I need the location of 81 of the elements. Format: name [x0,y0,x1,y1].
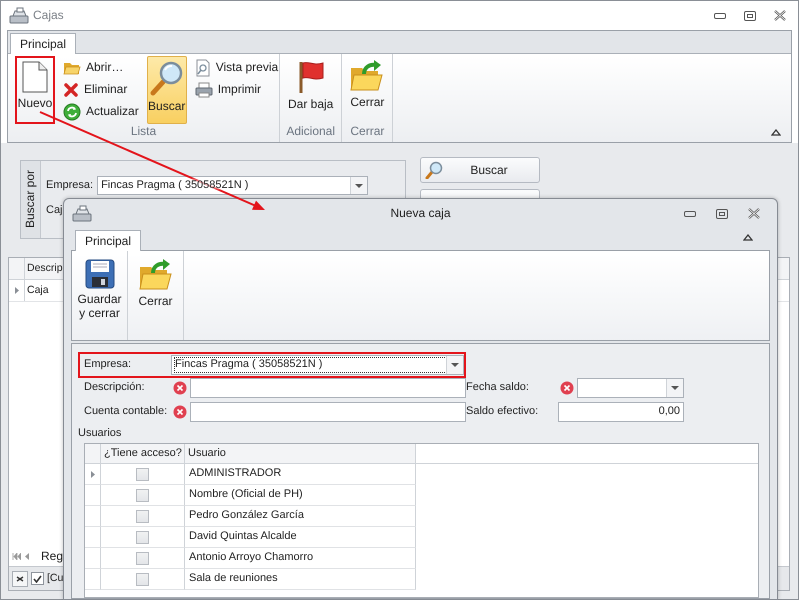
refresh-icon [63,102,81,120]
record-label: Reg [41,548,64,564]
window-title: Nueva caja [390,206,451,220]
field-label: Saldo efectivo: [466,405,540,419]
ribbon-button[interactable]: Cerrar [128,251,184,340]
maximize-icon[interactable] [716,208,728,218]
search-icon [425,161,443,179]
maximize-icon[interactable] [744,10,756,20]
ribbon-button[interactable]: Abrir… [59,57,143,78]
table-cell: ADMINISTRADOR [185,464,416,485]
column-header[interactable]: Descrip [25,258,63,279]
caret-icon [671,386,679,390]
field-label: Fecha saldo: [466,381,530,395]
column-header[interactable]: ¿Tiene acceso? [101,444,185,463]
field-label: Descripción: [84,381,146,395]
group-label: Adicional [285,124,336,140]
close-icon[interactable] [748,208,760,219]
folder-arrow-icon [138,259,172,291]
panel-caption: Buscar por [23,170,38,229]
first-page-icon[interactable] [12,552,21,560]
field-label: Caj [46,204,63,218]
column-header[interactable]: Usuario [185,444,416,463]
delete-icon [63,82,79,98]
printer-icon [194,82,213,98]
checkbox[interactable] [136,510,149,522]
ribbon-button[interactable]: Buscar [146,56,187,124]
window-title: Cajas [33,8,64,23]
flag-icon [296,60,325,94]
caret-icon [355,184,364,188]
group-label: Lista [130,124,158,140]
search-button[interactable]: Buscar [420,157,540,183]
combo-box[interactable]: Fincas Pragma ( 35058521N ) [171,355,464,375]
cash-register-icon [9,6,29,24]
section-label: Usuarios [78,427,122,439]
checkbox[interactable] [136,488,149,502]
previous-page-icon[interactable] [25,552,29,560]
close-icon[interactable] [774,10,786,21]
group-label: Cerrar [349,124,386,140]
ribbon-tab[interactable]: Principal [10,32,76,54]
text-field[interactable] [190,378,466,398]
save-icon [84,259,114,289]
table-cell: Antonio Arroyo Chamorro [185,548,416,569]
ribbon-button[interactable]: Imprimir [190,79,282,100]
search-icon [148,60,185,96]
collapse-icon[interactable] [771,129,781,136]
text-field[interactable] [190,402,466,422]
checkbox[interactable] [136,468,149,480]
ribbon-button[interactable]: Dar baja [283,56,338,124]
page-icon [22,61,48,93]
filter-checkbox[interactable] [31,572,44,585]
field-label: Empresa: [46,178,94,192]
checkbox[interactable] [136,572,149,586]
filter-text: [Cu [47,572,64,585]
checkbox[interactable] [136,530,149,544]
folder-arrow-icon [350,60,384,92]
minimize-icon[interactable] [714,12,726,18]
ribbon-button[interactable]: Actualizar [59,101,143,122]
table-cell: David Quintas Alcalde [185,527,416,548]
ribbon-button[interactable]: Nuevo [15,56,55,124]
ribbon-button[interactable]: Cerrar [345,56,390,124]
combo-box[interactable] [577,378,684,398]
collapse-icon[interactable] [743,234,753,241]
check-icon [33,574,42,582]
checkbox[interactable] [136,552,149,564]
table-cell: Sala de reuniones [185,569,416,590]
table-cell-text: Caja [26,283,49,298]
field-label: Cuenta contable: [84,405,168,419]
table-cell: Nombre (Oficial de PH) [185,485,416,506]
cash-register-icon [72,204,92,222]
minimize-icon[interactable] [684,210,696,216]
clear-filter-button[interactable] [12,570,28,586]
ribbon-button[interactable]: Eliminar [59,79,143,100]
preview-icon [194,58,211,76]
field-label: Empresa: [84,358,132,372]
caret-icon [451,363,459,367]
ribbon-button[interactable]: Guardar y cerrar [72,251,128,340]
ribbon-tab[interactable]: Principal [75,230,142,251]
clear-filter-icon [16,576,24,582]
table-cell: Pedro González García [185,506,416,527]
text-field[interactable]: 0,00 [558,402,684,422]
ribbon-button[interactable]: Vista previa [190,57,282,78]
